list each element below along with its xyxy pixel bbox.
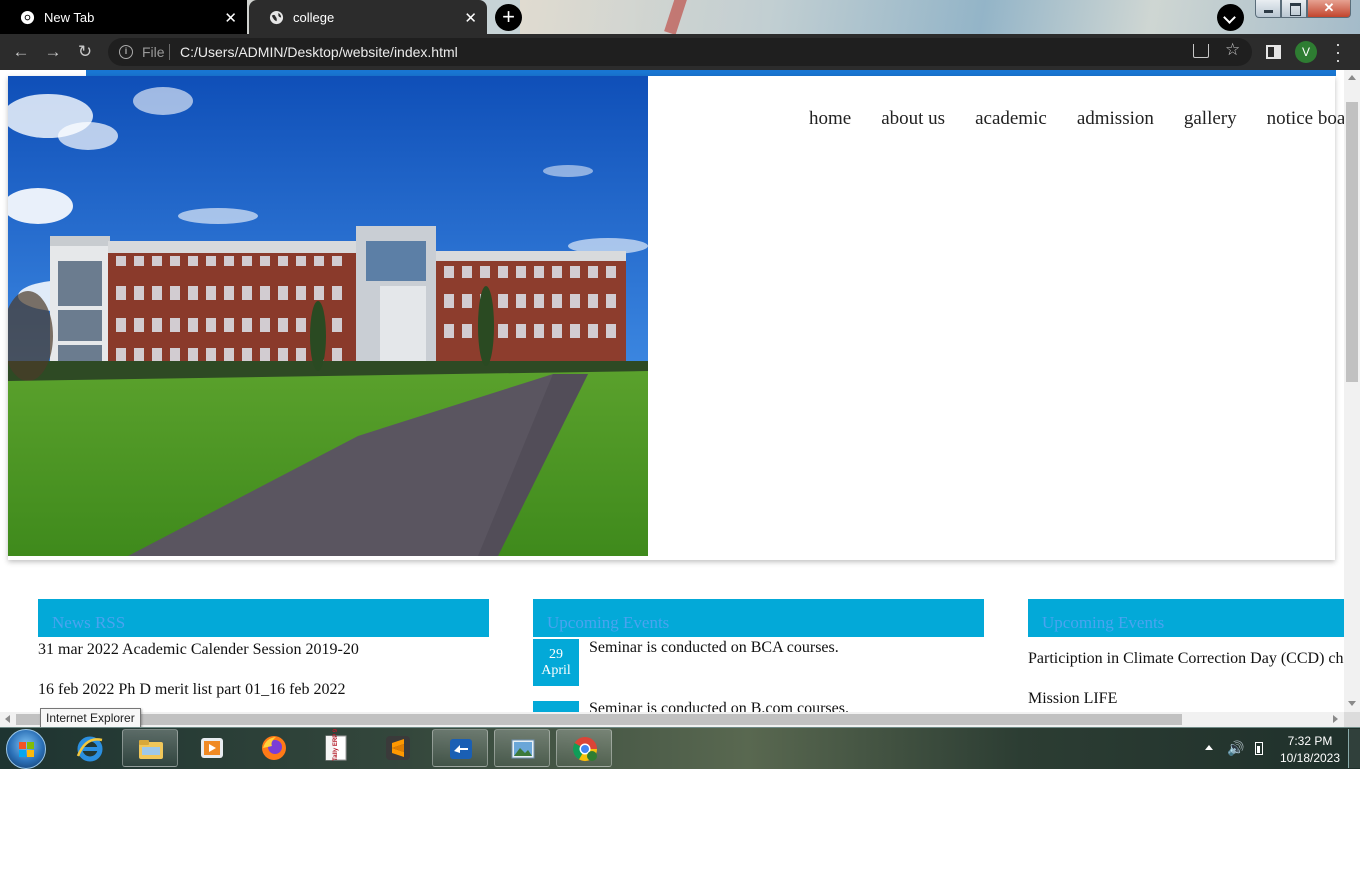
wallpaper-streak	[664, 0, 688, 34]
scroll-left-arrow-icon[interactable]	[5, 715, 10, 723]
tally-label: Tally ERP 9	[333, 728, 339, 761]
event-text[interactable]: Seminar is conducted on B.com courses.	[589, 700, 849, 712]
vertical-scroll-thumb[interactable]	[1346, 102, 1358, 382]
address-url[interactable]: C:/Users/ADMIN/Desktop/website/index.htm…	[180, 44, 458, 60]
new-tab-button[interactable]: +	[495, 4, 522, 31]
chrome-icon	[572, 737, 597, 762]
bookmark-star-icon[interactable]: ☆	[1225, 40, 1240, 60]
battery-icon[interactable]	[1255, 742, 1263, 755]
photo-viewer-icon	[511, 739, 535, 759]
upcoming-events-title: Upcoming Events	[1028, 599, 1344, 637]
event-list-item[interactable]: Particiption in Climate Correction Day (…	[1028, 650, 1344, 668]
event-month: April	[541, 663, 571, 678]
minimize-button[interactable]	[1255, 0, 1281, 18]
tab-title: college	[293, 9, 335, 25]
close-window-button[interactable]: ✕	[1307, 0, 1351, 18]
scrollbar-corner	[1344, 712, 1360, 727]
taskbar-photo-viewer[interactable]	[494, 729, 550, 767]
tab-college[interactable]: college ✕	[249, 0, 487, 34]
taskbar-sublime-text[interactable]	[370, 729, 426, 767]
event-text[interactable]: Seminar is conducted on BCA courses.	[589, 639, 839, 657]
share-icon[interactable]	[1193, 44, 1209, 58]
taskbar-clock[interactable]: 7:32 PM 10/18/2023	[1276, 733, 1344, 767]
taskbar-teamviewer[interactable]	[432, 729, 488, 767]
nav-gallery[interactable]: gallery	[1184, 108, 1237, 130]
media-player-icon	[201, 738, 223, 758]
tab-new-tab[interactable]: New Tab ✕	[0, 0, 247, 34]
close-tab-icon[interactable]: ✕	[464, 9, 477, 27]
taskbar-media-player[interactable]	[184, 729, 240, 767]
tray-expand-arrow-icon[interactable]	[1205, 745, 1213, 750]
taskbar-chrome[interactable]	[556, 729, 612, 767]
upcoming-events-title: Upcoming Events	[533, 599, 984, 637]
folder-icon	[139, 740, 163, 759]
globe-icon	[269, 10, 284, 24]
event-list-item[interactable]: Mission LIFE	[1028, 690, 1117, 708]
teamviewer-icon	[450, 739, 472, 759]
event-day: 29	[549, 647, 563, 662]
restore-button[interactable]	[1281, 0, 1307, 18]
windows-taskbar: Tally ERP 9	[0, 727, 1360, 769]
internet-explorer-icon	[76, 736, 103, 762]
forward-arrow-icon[interactable]: →	[43, 42, 63, 62]
main-nav: home about us academic admission gallery…	[809, 108, 1344, 130]
clock-date: 10/18/2023	[1279, 751, 1341, 765]
back-arrow-icon[interactable]: ←	[11, 42, 31, 62]
close-tab-icon[interactable]: ✕	[224, 9, 237, 27]
nav-academic[interactable]: academic	[975, 108, 1047, 130]
header-card: home about us academic admission gallery…	[8, 76, 1344, 560]
news-item[interactable]: 31 mar 2022 Academic Calender Session 20…	[38, 641, 359, 659]
start-button[interactable]	[6, 729, 46, 769]
taskbar-file-explorer[interactable]	[122, 729, 178, 767]
scroll-up-arrow-icon[interactable]	[1348, 75, 1356, 80]
sublime-text-icon	[386, 736, 410, 760]
horizontal-scrollbar[interactable]	[0, 712, 1344, 727]
profile-avatar[interactable]: V	[1295, 41, 1317, 63]
volume-icon[interactable]: 🔊	[1227, 740, 1244, 757]
browser-toolbar: ← → ↻ i File C:/Users/ADMIN/Desktop/webs…	[0, 34, 1360, 70]
taskbar-tooltip: Internet Explorer	[40, 708, 141, 728]
chrome-icon	[20, 10, 35, 24]
address-bar[interactable]: i File C:/Users/ADMIN/Desktop/website/in…	[108, 38, 1252, 66]
page-viewport: home about us academic admission gallery…	[0, 70, 1344, 712]
news-panel-title: News RSS	[38, 599, 489, 637]
nav-notice-board[interactable]: notice board	[1267, 108, 1344, 130]
event-date-badge: 29 April	[533, 639, 579, 686]
reload-icon[interactable]: ↻	[75, 42, 95, 62]
nav-home[interactable]: home	[809, 108, 851, 130]
taskbar-internet-explorer[interactable]	[62, 729, 118, 767]
scroll-down-arrow-icon[interactable]	[1348, 701, 1356, 706]
upcoming-events-panel: Upcoming Events 29 April Seminar is cond…	[533, 599, 984, 712]
vertical-scrollbar[interactable]	[1344, 70, 1360, 712]
side-panel-icon[interactable]	[1266, 45, 1281, 59]
firefox-icon	[262, 736, 286, 760]
nav-about-us[interactable]: about us	[881, 108, 945, 130]
event-date-badge	[533, 701, 579, 712]
address-divider	[169, 44, 170, 60]
nav-admission[interactable]: admission	[1077, 108, 1154, 130]
news-panel: News RSS 31 mar 2022 Academic Calender S…	[38, 599, 489, 698]
taskbar-firefox[interactable]	[246, 729, 302, 767]
menu-kebab-icon[interactable]: · · ·	[1331, 35, 1345, 69]
tab-search-chevron-icon[interactable]	[1217, 4, 1244, 31]
site-info-icon[interactable]: i	[119, 45, 133, 59]
scroll-right-arrow-icon[interactable]	[1333, 715, 1338, 723]
windows-logo-icon	[19, 742, 34, 757]
show-desktop-button[interactable]	[1348, 729, 1360, 768]
address-scheme-label: File	[142, 44, 165, 60]
horizontal-scroll-thumb[interactable]	[16, 714, 1182, 725]
clock-time: 7:32 PM	[1287, 734, 1333, 748]
college-building-image	[8, 76, 648, 556]
tab-title: New Tab	[44, 9, 95, 25]
taskbar-tally-erp[interactable]: Tally ERP 9	[308, 729, 364, 767]
news-item[interactable]: 16 feb 2022 Ph D merit list part 01_16 f…	[38, 681, 346, 699]
upcoming-events-panel-2: Upcoming Events Particiption in Climate …	[1028, 599, 1344, 707]
